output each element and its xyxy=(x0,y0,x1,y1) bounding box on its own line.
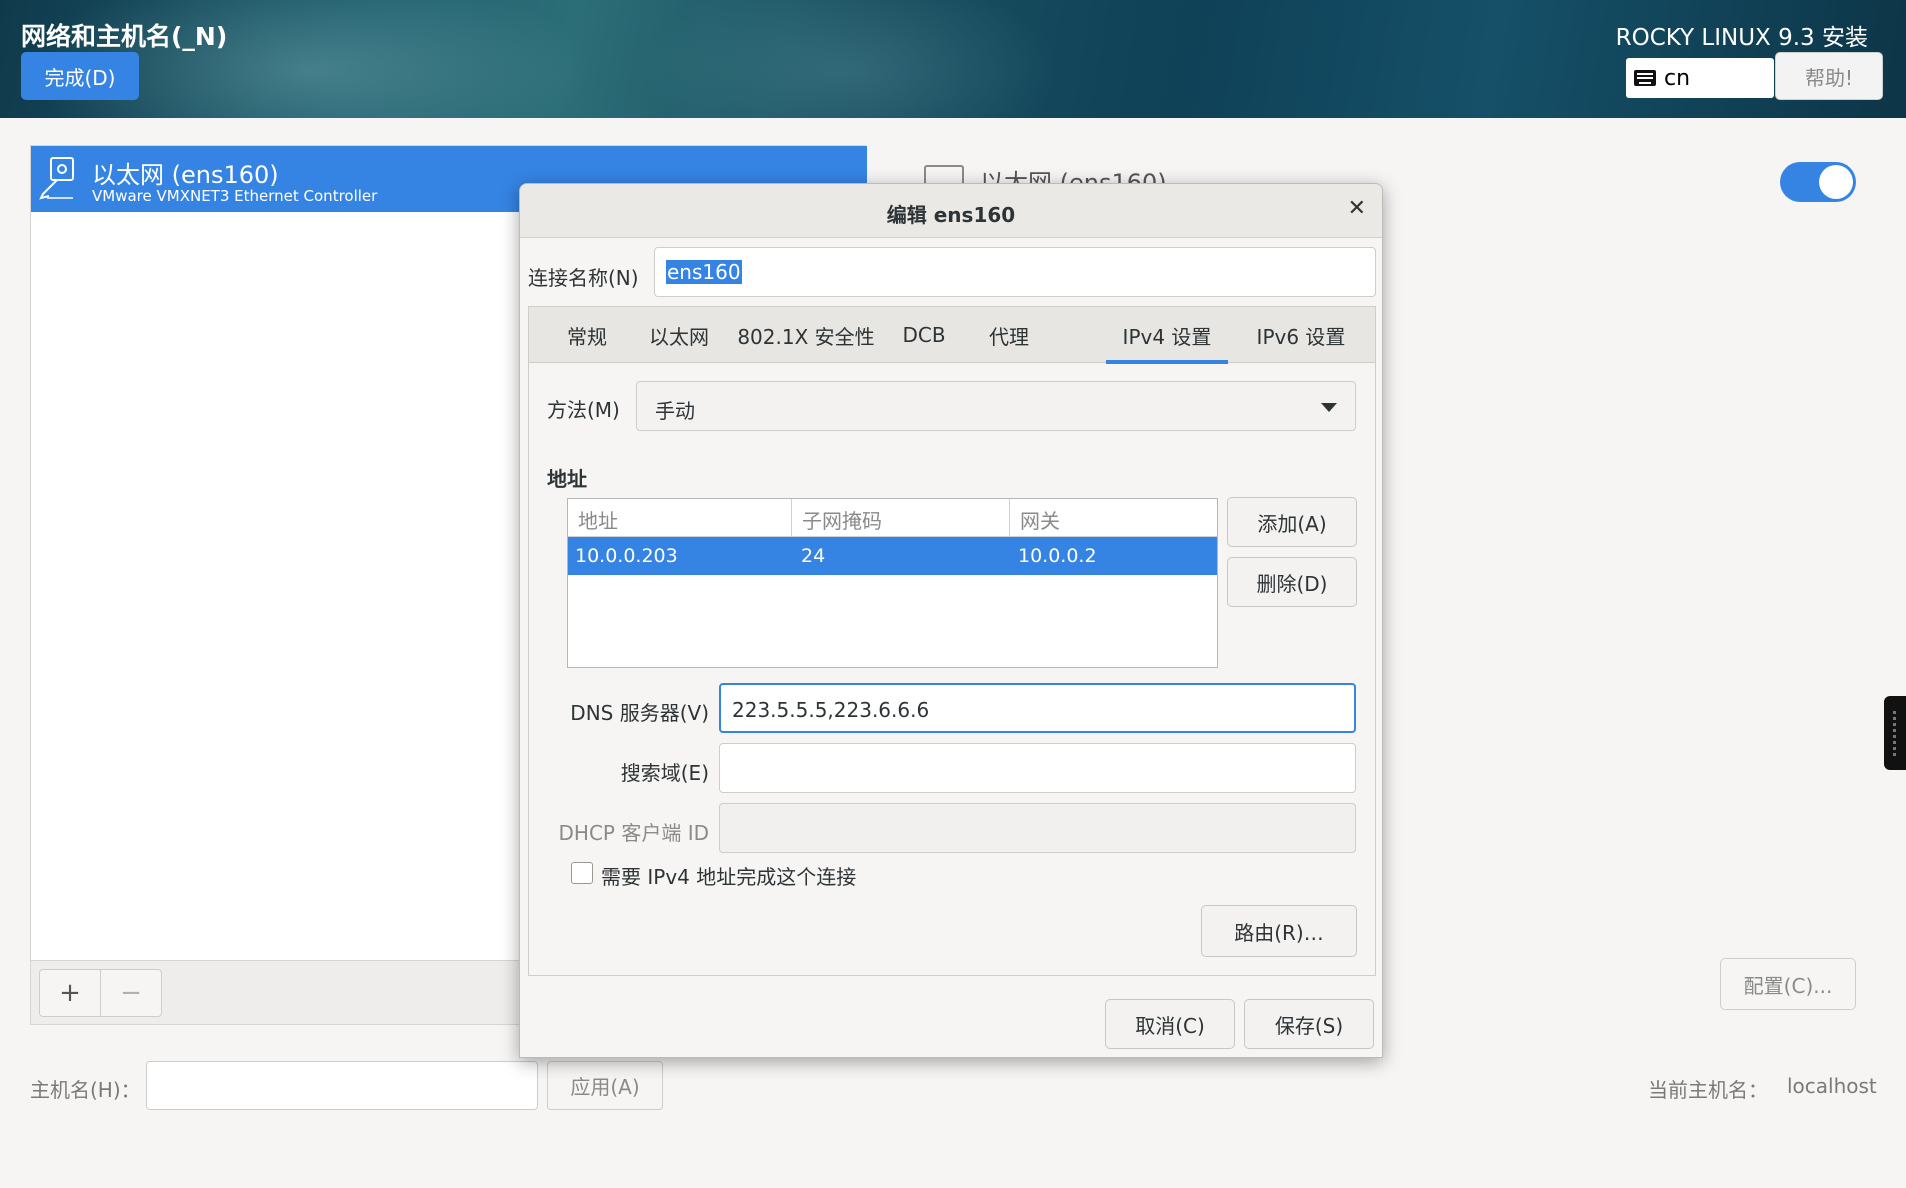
column-header-gateway[interactable]: 网关 xyxy=(1010,499,1217,537)
addresses-heading: 地址 xyxy=(547,467,587,491)
tab-dcb[interactable]: DCB xyxy=(888,307,960,363)
cell-netmask[interactable]: 24 xyxy=(801,545,825,567)
search-domains-label: 搜索域(E) xyxy=(620,761,709,785)
method-select[interactable]: 手动 xyxy=(636,381,1356,431)
column-header-address[interactable]: 地址 xyxy=(568,499,792,537)
dhcp-client-id-input xyxy=(719,803,1356,853)
tab-ethernet[interactable]: 以太网 xyxy=(634,307,724,363)
remove-connection-button[interactable]: − xyxy=(100,969,162,1017)
current-hostname-value: localhost xyxy=(1787,1074,1877,1098)
routes-button[interactable]: 路由(R)… xyxy=(1201,905,1357,957)
method-value: 手动 xyxy=(655,399,695,423)
connection-subtitle: VMware VMXNET3 Ethernet Controller xyxy=(92,187,378,205)
ethernet-icon xyxy=(39,157,74,200)
configure-button[interactable]: 配置(C)... xyxy=(1720,958,1856,1010)
cancel-button[interactable]: 取消(C) xyxy=(1105,999,1235,1049)
connection-toggle[interactable] xyxy=(1780,162,1856,202)
keyboard-layout-label: cn xyxy=(1664,65,1691,91)
tab-8021x-security[interactable]: 802.1X 安全性 xyxy=(731,307,881,363)
dialog-titlebar[interactable]: 编辑 ens160 ✕ xyxy=(520,184,1382,238)
connection-name-value: ens160 xyxy=(666,260,742,284)
edit-connection-dialog: 编辑 ens160 ✕ 连接名称(N) ens160 常规 以太网 802.1X… xyxy=(519,183,1383,1058)
delete-address-button[interactable]: 删除(D) xyxy=(1227,557,1357,607)
current-hostname-label: 当前主机名： xyxy=(1648,1078,1768,1102)
table-row[interactable]: 10.0.0.203 24 10.0.0.2 xyxy=(568,537,1217,575)
dns-servers-input[interactable]: 223.5.5.5,223.6.6.6 xyxy=(719,683,1356,733)
address-table[interactable]: 地址 子网掩码 网关 10.0.0.203 24 10.0.0.2 xyxy=(567,498,1218,668)
add-connection-button[interactable]: + xyxy=(39,969,101,1017)
done-button[interactable]: 完成(D) xyxy=(21,52,139,100)
page-title: 网络和主机名(_N) xyxy=(21,22,228,51)
require-ipv4-checkbox[interactable] xyxy=(571,862,593,884)
cell-gateway[interactable]: 10.0.0.2 xyxy=(1018,545,1097,567)
apply-hostname-button[interactable]: 应用(A) xyxy=(547,1061,663,1110)
tab-general[interactable]: 常规 xyxy=(545,307,629,363)
method-label: 方法(M) xyxy=(547,398,620,422)
tab-ipv6-settings[interactable]: IPv6 设置 xyxy=(1239,307,1363,363)
add-address-button[interactable]: 添加(A) xyxy=(1227,497,1357,547)
chevron-down-icon xyxy=(1321,403,1337,412)
search-domains-input[interactable] xyxy=(719,743,1356,793)
require-ipv4-label[interactable]: 需要 IPv4 地址完成这个连接 xyxy=(601,861,856,890)
dns-servers-value: 223.5.5.5,223.6.6.6 xyxy=(732,698,930,722)
tab-ipv4-settings[interactable]: IPv4 设置 xyxy=(1106,307,1228,364)
keyboard-layout-indicator[interactable]: cn xyxy=(1626,58,1774,98)
dns-servers-label: DNS 服务器(V) xyxy=(570,701,709,725)
product-title: ROCKY LINUX 9.3 安装 xyxy=(1615,25,1868,51)
header-banner: 网络和主机名(_N) 完成(D) ROCKY LINUX 9.3 安装 cn 帮… xyxy=(0,0,1906,118)
keyboard-icon xyxy=(1634,70,1656,86)
connection-name-label: 连接名称(N) xyxy=(528,266,639,290)
tab-bar: 常规 以太网 802.1X 安全性 DCB 代理 IPv4 设置 IPv6 设置 xyxy=(529,307,1375,364)
hostname-input[interactable] xyxy=(146,1061,538,1110)
side-handle[interactable] xyxy=(1884,696,1906,770)
column-header-netmask[interactable]: 子网掩码 xyxy=(792,499,1010,537)
dialog-title: 编辑 ens160 xyxy=(886,203,1016,227)
connection-name-input[interactable]: ens160 xyxy=(654,247,1376,297)
hostname-label: 主机名(H)： xyxy=(30,1078,141,1102)
save-button[interactable]: 保存(S) xyxy=(1244,999,1374,1049)
help-button[interactable]: 帮助! xyxy=(1775,52,1883,100)
connection-name: 以太网 (ens160) xyxy=(92,161,279,189)
header-texture-2 xyxy=(640,0,1060,118)
close-icon[interactable]: ✕ xyxy=(1348,196,1366,221)
tab-proxy[interactable]: 代理 xyxy=(967,307,1051,363)
settings-notebook: 常规 以太网 802.1X 安全性 DCB 代理 IPv4 设置 IPv6 设置… xyxy=(528,306,1376,976)
cell-address[interactable]: 10.0.0.203 xyxy=(575,545,678,567)
dhcp-client-id-label: DHCP 客户端 ID xyxy=(558,821,709,845)
